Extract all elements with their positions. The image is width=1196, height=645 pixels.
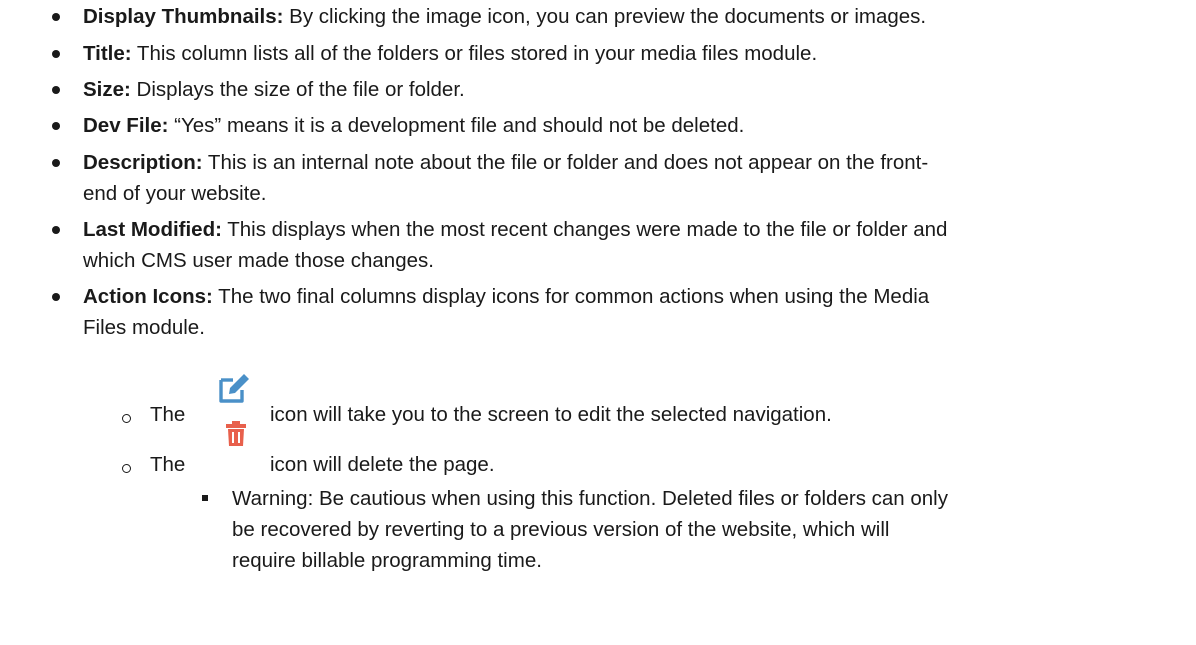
list-item-continuation: which CMS user made those changes. <box>83 246 434 275</box>
square-bullet <box>202 495 208 501</box>
item-text: By clicking the image icon, you can prev… <box>283 5 927 28</box>
item-text: “Yes” means it is a development file and… <box>168 114 745 137</box>
item-text: This column lists all of the folders or … <box>131 42 818 65</box>
list-item: Size: Displays the size of the file or f… <box>83 75 465 104</box>
item-term: Dev File: <box>83 114 169 137</box>
item-text: The two final columns display icons for … <box>212 285 930 308</box>
warning-text-2: be recovered by reverting to a previous … <box>232 518 890 541</box>
item-term: Display Thumbnails: <box>83 5 284 28</box>
item-term: Description: <box>83 151 203 174</box>
sub-list-item: The <box>150 450 185 479</box>
warning-line: require billable programming time. <box>232 546 542 575</box>
item-text: This displays when the most recent chang… <box>221 218 948 241</box>
item-term: Last Modified: <box>83 218 222 241</box>
list-item: Title: This column lists all of the fold… <box>83 39 817 68</box>
item-term: Size: <box>83 78 131 101</box>
bullet <box>52 122 60 130</box>
list-item: Description: This is an internal note ab… <box>83 148 928 177</box>
item-text-continued: which CMS user made those changes. <box>83 249 434 272</box>
list-item-continuation: Files module. <box>83 313 205 342</box>
warning-text-3: require billable programming time. <box>232 549 542 572</box>
warning-text-1: Warning: Be cautious when using this fun… <box>232 487 948 510</box>
sub-item-prefix: The <box>150 403 186 426</box>
list-item: Last Modified: This displays when the mo… <box>83 215 947 244</box>
bullet <box>52 293 60 301</box>
trash-icon <box>226 421 246 446</box>
warning-line: be recovered by reverting to a previous … <box>232 515 889 544</box>
sub-list-item-text: icon will delete the page. <box>270 450 495 479</box>
sub-bullet <box>122 414 131 423</box>
bullet <box>52 13 60 21</box>
list-item: Display Thumbnails: By clicking the imag… <box>83 2 926 31</box>
bullet <box>52 86 60 94</box>
document-page: Display Thumbnails: By clicking the imag… <box>0 0 1196 645</box>
sub-list-item-text: icon will take you to the screen to edit… <box>270 400 832 429</box>
sub-item-text: icon will take you to the screen to edit… <box>270 403 832 426</box>
list-item-continuation: end of your website. <box>83 179 266 208</box>
item-term: Action Icons: <box>83 285 213 308</box>
item-text-continued: Files module. <box>83 316 205 339</box>
warning-line: Warning: Be cautious when using this fun… <box>232 484 948 513</box>
sub-bullet <box>122 464 131 473</box>
sub-item-text: icon will delete the page. <box>270 453 495 476</box>
sub-list-item: The <box>150 400 185 429</box>
list-item: Dev File: “Yes” means it is a developmen… <box>83 111 744 140</box>
edit-icon <box>219 374 249 403</box>
list-item: Action Icons: The two final columns disp… <box>83 282 929 311</box>
item-term: Title: <box>83 42 132 65</box>
item-text: Displays the size of the file or folder. <box>130 78 465 101</box>
bullet <box>52 226 60 234</box>
item-text-continued: end of your website. <box>83 182 267 205</box>
bullet <box>52 159 60 167</box>
bullet <box>52 50 60 58</box>
item-text: This is an internal note about the file … <box>202 151 929 174</box>
sub-item-prefix: The <box>150 453 186 476</box>
